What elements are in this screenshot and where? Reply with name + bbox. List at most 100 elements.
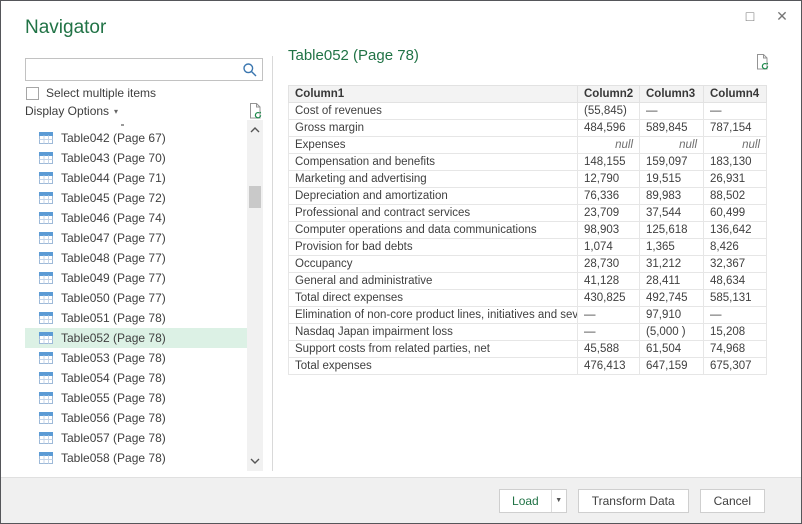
- search-input[interactable]: [26, 59, 242, 80]
- table-row[interactable]: Professional and contract services 23,709…: [288, 204, 767, 222]
- table-cell: Professional and contract services: [288, 204, 578, 222]
- list-item[interactable]: Table055 (Page 78): [25, 388, 247, 408]
- table-cell: 60,499: [703, 204, 767, 222]
- list-item[interactable]: Table053 (Page 78): [25, 348, 247, 368]
- table-header-row: Column1 Column2 Column3 Column4: [288, 85, 767, 103]
- table-row[interactable]: Cost of revenues (55,845) — —: [288, 102, 767, 120]
- table-cell: Gross margin: [288, 119, 578, 137]
- list-item[interactable]: Table050 (Page 77): [25, 288, 247, 308]
- preview-title: Table052 (Page 78): [288, 47, 419, 64]
- table-cell: (5,000 ): [639, 323, 704, 341]
- table-list: Table042 (Page 67) Table043 (Page 70) Ta…: [25, 120, 247, 471]
- table-row[interactable]: Expenses null null null: [288, 136, 767, 154]
- table-cell: 430,825: [577, 289, 640, 307]
- table-icon: [39, 292, 53, 304]
- table-icon: [39, 152, 53, 164]
- table-icon: [39, 352, 53, 364]
- close-button[interactable]: ✕: [773, 7, 791, 25]
- scroll-down-icon[interactable]: [247, 453, 263, 469]
- table-cell: Expenses: [288, 136, 578, 154]
- table-row[interactable]: Marketing and advertising 12,790 19,515 26,…: [288, 170, 767, 188]
- table-cell: Compensation and benefits: [288, 153, 578, 171]
- list-item[interactable]: Table047 (Page 77): [25, 228, 247, 248]
- options-row: Display Options ▾: [25, 102, 263, 120]
- list-item[interactable]: Table049 (Page 77): [25, 268, 247, 288]
- table-cell: 48,634: [703, 272, 767, 290]
- transform-data-button[interactable]: Transform Data: [577, 488, 689, 513]
- table-cell: 1,365: [639, 238, 704, 256]
- table-cell: 28,411: [639, 272, 704, 290]
- display-options-dropdown[interactable]: Display Options ▾: [25, 104, 118, 118]
- search-icon[interactable]: [242, 62, 258, 78]
- list-item[interactable]: Table042 (Page 67): [25, 128, 247, 148]
- list-item[interactable]: Table043 (Page 70): [25, 148, 247, 168]
- chevron-down-icon: ▾: [114, 106, 119, 116]
- load-split-button: Load ▼: [499, 488, 567, 513]
- scrollbar-thumb[interactable]: [249, 186, 261, 208]
- table-icon: [39, 252, 53, 264]
- preview-refresh-icon[interactable]: [754, 53, 770, 71]
- list-item[interactable]: Table058 (Page 78): [25, 448, 247, 468]
- list-item[interactable]: Table056 (Page 78): [25, 408, 247, 428]
- table-cell: —: [577, 306, 640, 324]
- list-scrollbar[interactable]: [247, 120, 263, 471]
- list-item-label: Table045 (Page 72): [61, 191, 166, 205]
- refresh-icon[interactable]: [247, 102, 263, 120]
- list-item[interactable]: Table057 (Page 78): [25, 428, 247, 448]
- table-cell: 675,307: [703, 357, 767, 375]
- table-row[interactable]: Total direct expenses 430,825 492,745 585,1…: [288, 289, 767, 307]
- scroll-up-icon[interactable]: [247, 122, 263, 138]
- table-row[interactable]: Elimination of non-core product lines, i…: [288, 306, 767, 324]
- table-cell: 476,413: [577, 357, 640, 375]
- table-cell: Depreciation and amortization: [288, 187, 578, 205]
- dialog-title: Navigator: [25, 17, 107, 38]
- list-item-label: Table056 (Page 78): [61, 411, 166, 425]
- select-multiple-checkbox[interactable]: [26, 86, 39, 100]
- table-cell: 159,097: [639, 153, 704, 171]
- select-multiple-label: Select multiple items: [46, 86, 157, 100]
- list-item[interactable]: Table051 (Page 78): [25, 308, 247, 328]
- list-item[interactable]: Table048 (Page 77): [25, 248, 247, 268]
- list-item-label: Table057 (Page 78): [61, 431, 166, 445]
- table-row[interactable]: General and administrative 41,128 28,411 48…: [288, 272, 767, 290]
- table-row[interactable]: Occupancy 28,730 31,212 32,367: [288, 255, 767, 273]
- load-button[interactable]: Load: [500, 490, 551, 512]
- table-cell: 8,426: [703, 238, 767, 256]
- list-item[interactable]: Table044 (Page 71): [25, 168, 247, 188]
- list-item[interactable]: Table052 (Page 78): [25, 328, 247, 348]
- table-cell: null: [639, 136, 704, 154]
- table-cell: 88,502: [703, 187, 767, 205]
- list-item-label: Table052 (Page 78): [61, 331, 166, 345]
- footer-bar: Load ▼ Transform Data Cancel: [1, 477, 801, 523]
- load-dropdown-icon[interactable]: ▼: [550, 489, 566, 512]
- table-row[interactable]: Compensation and benefits 148,155 159,097 1…: [288, 153, 767, 171]
- table-cell: 89,983: [639, 187, 704, 205]
- column-header: Column3: [639, 85, 704, 103]
- list-item[interactable]: Table046 (Page 74): [25, 208, 247, 228]
- table-cell: 12,790: [577, 170, 640, 188]
- list-item-label: Table054 (Page 78): [61, 371, 166, 385]
- table-row[interactable]: Depreciation and amortization 76,336 89,98…: [288, 187, 767, 205]
- table-cell: Nasdaq Japan impairment loss: [288, 323, 578, 341]
- table-row[interactable]: Provision for bad debts 1,074 1,365 8,426: [288, 238, 767, 256]
- table-cell: 32,367: [703, 255, 767, 273]
- table-cell: null: [577, 136, 640, 154]
- select-multiple-row[interactable]: Select multiple items: [26, 86, 156, 100]
- table-cell: (55,845): [577, 102, 640, 120]
- table-cell: —: [639, 102, 704, 120]
- list-item-label: Table050 (Page 77): [61, 291, 166, 305]
- maximize-button[interactable]: □: [741, 7, 759, 25]
- column-header: Column4: [703, 85, 767, 103]
- list-item[interactable]: Table045 (Page 72): [25, 188, 247, 208]
- table-row[interactable]: Nasdaq Japan impairment loss — (5,000 ) 15,…: [288, 323, 767, 341]
- table-cell: 98,903: [577, 221, 640, 239]
- table-cell: Elimination of non-core product lines, i…: [288, 306, 578, 324]
- table-row[interactable]: Support costs from related parties, net 4…: [288, 340, 767, 358]
- cancel-button[interactable]: Cancel: [699, 488, 765, 513]
- table-cell: —: [703, 306, 767, 324]
- list-item[interactable]: Table054 (Page 78): [25, 368, 247, 388]
- search-box: [25, 58, 263, 81]
- table-row[interactable]: Gross margin 484,596 589,845 787,154: [288, 119, 767, 137]
- table-row[interactable]: Computer operations and data communicati…: [288, 221, 767, 239]
- table-row[interactable]: Total expenses 476,413 647,159 675,307: [288, 357, 767, 375]
